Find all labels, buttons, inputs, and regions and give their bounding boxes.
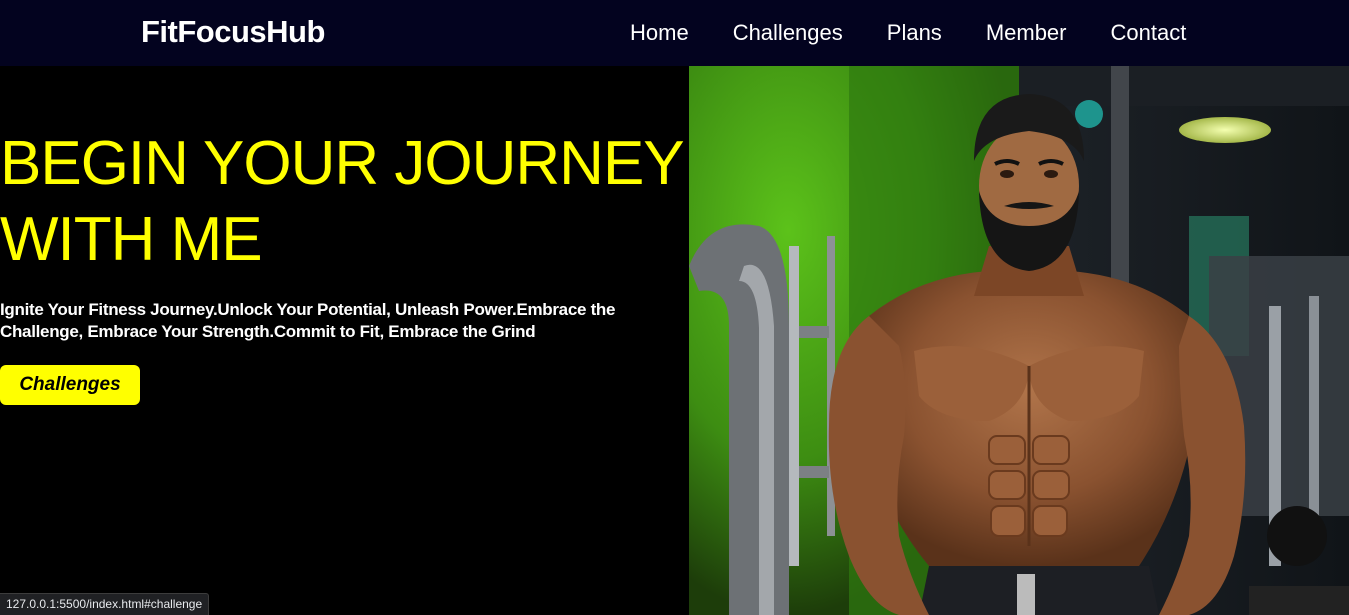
hero-photo-illustration (689, 66, 1349, 615)
challenges-button[interactable]: Challenges (0, 365, 140, 405)
main-nav: Home Challenges Plans Member Contact (630, 20, 1230, 46)
nav-link-contact[interactable]: Contact (1111, 20, 1187, 46)
hero-subtitle: Ignite Your Fitness Journey.Unlock Your … (0, 300, 616, 341)
site-logo[interactable]: FitFocusHub (141, 14, 325, 50)
nav-link-home[interactable]: Home (630, 20, 689, 46)
hero-title-line2: WITH ME (0, 205, 263, 274)
hero-title-line1: BEGIN YOUR JOURNEY (0, 129, 685, 198)
hero-section: BEGIN YOUR JOURNEY WITH ME Ignite Your F… (0, 66, 689, 615)
navbar: FitFocusHub Home Challenges Plans Member… (0, 0, 1349, 66)
nav-link-member[interactable]: Member (986, 20, 1067, 46)
hero-image-bodybuilder (689, 66, 1349, 615)
hero-title: BEGIN YOUR JOURNEY WITH ME (0, 126, 689, 278)
browser-status-bar: 127.0.0.1:5500/index.html#challenge (0, 593, 210, 615)
nav-link-plans[interactable]: Plans (887, 20, 942, 46)
nav-link-challenges[interactable]: Challenges (733, 20, 843, 46)
